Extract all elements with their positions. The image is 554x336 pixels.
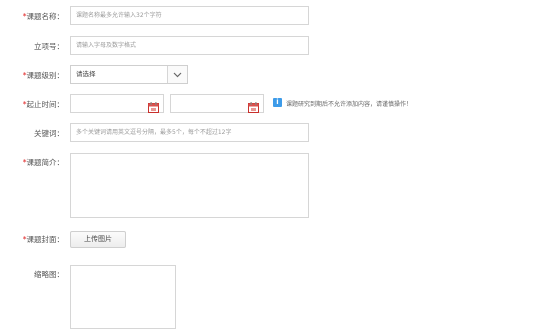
- keywords-placeholder: 多个关键词请用英文逗号分隔，最多5个，每个不超过12字: [76, 129, 232, 136]
- keywords-label: 关键词：: [34, 129, 64, 138]
- title-placeholder: 课题名称最多允许输入32个字符: [76, 12, 162, 19]
- project-no-label: 立项号：: [34, 42, 64, 51]
- intro-textarea[interactable]: [70, 153, 309, 218]
- title-label: *课题名称：: [22, 12, 64, 21]
- chevron-down-icon[interactable]: [167, 66, 187, 83]
- cover-label: *课题封面：: [22, 235, 64, 244]
- calendar-icon[interactable]: [148, 98, 159, 113]
- period-label: *起止时间：: [22, 100, 64, 109]
- intro-label: *课题简介：: [22, 158, 64, 167]
- level-label: *课题级别：: [22, 71, 64, 80]
- end-date-input[interactable]: [170, 94, 264, 113]
- period-hint: 课题研究到期后不允许添加内容，请谨慎操作！: [286, 101, 413, 108]
- start-date-input[interactable]: [70, 94, 164, 113]
- upload-image-button[interactable]: 上传图片: [70, 231, 126, 248]
- keywords-input[interactable]: 多个关键词请用英文逗号分隔，最多5个，每个不超过12字: [70, 123, 309, 142]
- project-no-input[interactable]: 请输入字母及数字格式: [70, 36, 309, 55]
- title-input[interactable]: 课题名称最多允许输入32个字符: [70, 6, 309, 25]
- level-select[interactable]: 请选择: [70, 65, 188, 84]
- info-icon: i: [273, 98, 282, 107]
- thumbnail-label: 缩略图：: [34, 270, 64, 279]
- project-no-placeholder: 请输入字母及数字格式: [76, 42, 137, 49]
- thumbnail-preview: [70, 265, 176, 329]
- level-selected-value: 请选择: [76, 70, 96, 78]
- calendar-icon[interactable]: [248, 98, 259, 113]
